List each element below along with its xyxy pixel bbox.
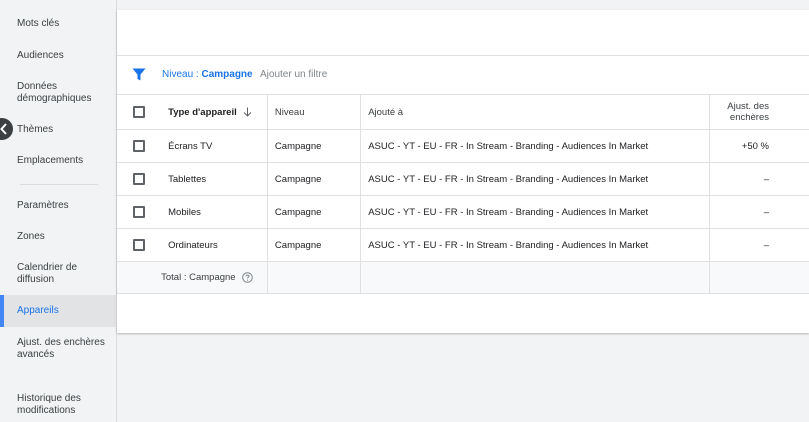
row-select-cell (117, 129, 162, 163)
bid-adjustment-cell[interactable]: – (709, 195, 809, 229)
bid-adjustment-cell[interactable]: +50 % (709, 129, 809, 163)
sidebar-item-ad-schedule[interactable]: Calendrier de diffusion (17, 262, 112, 286)
row-checkbox[interactable] (133, 206, 145, 218)
sidebar-item-keywords[interactable]: Mots clés (17, 18, 112, 30)
table-row[interactable]: Ordinateurs Campagne ASUC - YT - EU - FR… (117, 228, 809, 262)
collapse-sidebar-button[interactable] (0, 118, 13, 140)
total-level-cell (266, 261, 361, 294)
sidebar-active-indicator (0, 295, 4, 327)
device-type-cell: Ordinateurs (161, 228, 268, 262)
table-row[interactable]: Tablettes Campagne ASUC - YT - EU - FR -… (117, 162, 809, 196)
added-to-cell[interactable]: ASUC - YT - EU - FR - In Stream - Brandi… (360, 129, 710, 163)
device-type-cell: Mobiles (161, 195, 268, 229)
header-select-cell (117, 94, 162, 130)
total-spacer-cell (117, 261, 162, 294)
help-icon[interactable] (241, 272, 253, 283)
header-device-type-label: Type d'appareil (168, 106, 237, 118)
header-device-type[interactable]: Type d'appareil (161, 94, 268, 130)
sidebar-item-change-history[interactable]: Historique des modifications (17, 393, 112, 417)
devices-table: Type d'appareil Niveau Ajouté à Ajust. d… (117, 94, 809, 294)
bid-adjustment-cell[interactable]: – (709, 162, 809, 196)
bid-adjustment-cell[interactable]: – (709, 228, 809, 262)
added-to-cell[interactable]: ASUC - YT - EU - FR - In Stream - Brandi… (360, 162, 710, 196)
sidebar-item-placements[interactable]: Emplacements (17, 155, 112, 167)
header-added-to[interactable]: Ajouté à (360, 94, 710, 130)
table-row[interactable]: Mobiles Campagne ASUC - YT - EU - FR - I… (117, 195, 809, 229)
total-label: Total : Campagne (161, 272, 236, 283)
devices-card: Niveau : Campagne Ajouter un filtre Type… (117, 10, 809, 333)
sidebar-item-demographics[interactable]: Données démographiques (17, 81, 112, 105)
table-header-row: Type d'appareil Niveau Ajouté à Ajust. d… (117, 94, 809, 130)
device-type-cell: Tablettes (161, 162, 268, 196)
row-select-cell (117, 195, 162, 229)
filter-level-value: Campagne (201, 69, 253, 80)
sidebar-item-audiences[interactable]: Audiences (17, 50, 112, 62)
added-to-cell[interactable]: ASUC - YT - EU - FR - In Stream - Brandi… (360, 228, 710, 262)
level-cell: Campagne (266, 228, 361, 262)
total-added-cell (360, 261, 710, 294)
level-cell: Campagne (266, 129, 361, 163)
header-bid-adjustment[interactable]: Ajust. des enchères (709, 94, 809, 130)
total-adjust-cell (709, 261, 809, 294)
total-row: Total : Campagne (117, 261, 809, 294)
sidebar: Mots clés Audiences Données démographiqu… (0, 0, 117, 422)
filter-level-chip[interactable]: Niveau : Campagne (162, 69, 253, 80)
sidebar-item-advanced-bid-adjustments[interactable]: Ajust. des enchères avancés (17, 337, 112, 361)
chevron-left-icon (0, 123, 7, 135)
header-level[interactable]: Niveau (266, 94, 361, 130)
filter-bar: Niveau : Campagne Ajouter un filtre (117, 56, 809, 94)
row-select-cell (117, 162, 162, 196)
sidebar-item-topics[interactable]: Thèmes (17, 124, 112, 136)
level-cell: Campagne (266, 195, 361, 229)
sidebar-item-locations[interactable]: Zones (17, 231, 112, 243)
sidebar-divider (20, 184, 98, 185)
row-checkbox[interactable] (133, 173, 145, 185)
row-checkbox[interactable] (133, 140, 145, 152)
added-to-cell[interactable]: ASUC - YT - EU - FR - In Stream - Brandi… (360, 195, 710, 229)
row-checkbox[interactable] (133, 239, 145, 251)
total-label-cell: Total : Campagne (161, 261, 268, 294)
filter-icon[interactable] (132, 68, 146, 81)
filter-level-prefix: Niveau : (162, 69, 202, 80)
table-row[interactable]: Écrans TV Campagne ASUC - YT - EU - FR -… (117, 129, 809, 163)
device-type-cell: Écrans TV (161, 129, 268, 163)
select-all-checkbox[interactable] (133, 106, 145, 118)
add-filter-link[interactable]: Ajouter un filtre (260, 69, 327, 80)
row-select-cell (117, 228, 162, 262)
sidebar-item-settings[interactable]: Paramètres (17, 200, 112, 212)
sort-arrow-down-icon[interactable] (243, 107, 252, 117)
sidebar-item-devices[interactable]: Appareils (17, 305, 112, 317)
main-content: Niveau : Campagne Ajouter un filtre Type… (117, 0, 809, 422)
level-cell: Campagne (266, 162, 361, 196)
